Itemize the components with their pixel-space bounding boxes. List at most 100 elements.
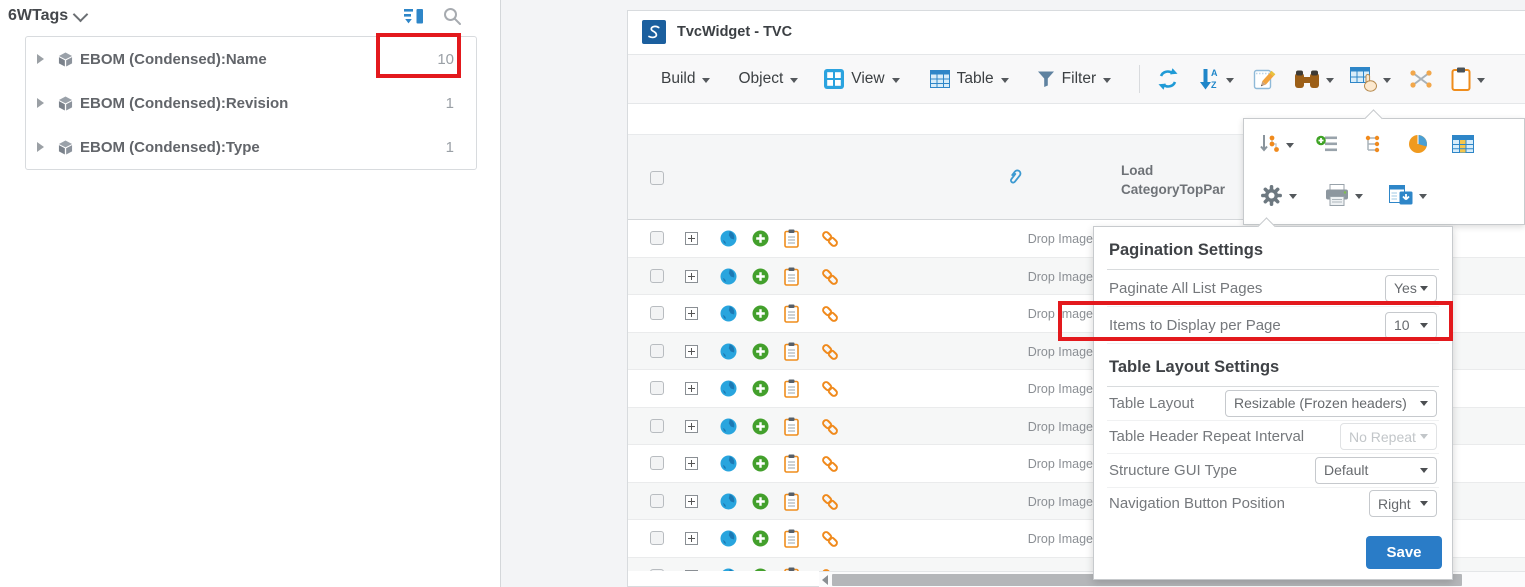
refresh-button[interactable] [1156,67,1180,91]
table-layout-select[interactable]: Resizable (Frozen headers) [1225,390,1437,417]
drop-image-cell[interactable]: Drop Image [988,270,1093,284]
clipboard-icon[interactable] [784,454,799,478]
add-icon[interactable] [752,493,769,515]
row-checkbox[interactable] [650,344,664,358]
sort-button[interactable]: A Z [1198,67,1234,91]
scroll-left-arrow-icon[interactable] [822,575,828,585]
list-item[interactable]: EBOM (Condensed):Name 10 [26,37,476,81]
list-item[interactable]: EBOM (Condensed):Type 1 [26,125,476,169]
globe-icon[interactable] [720,418,737,440]
link-icon[interactable] [821,493,839,516]
search-icon[interactable] [442,6,462,31]
row-checkbox[interactable] [650,381,664,395]
add-column-button[interactable] [1316,135,1338,153]
globe-icon[interactable] [720,380,737,402]
paginate-all-select[interactable]: Yes [1385,275,1437,302]
add-icon[interactable] [752,455,769,477]
drop-image-cell[interactable]: Drop Image [988,495,1093,509]
link-icon[interactable] [821,305,839,328]
row-checkbox[interactable] [650,419,664,433]
chart-button[interactable] [1408,134,1428,154]
table-actions-button[interactable] [1350,67,1391,92]
clipboard-icon[interactable] [784,304,799,328]
link-icon[interactable] [821,268,839,291]
expand-arrow-icon[interactable] [37,142,44,152]
edit-button[interactable] [1252,67,1276,91]
drop-image-cell[interactable]: Drop Image [988,345,1093,359]
clipboard-icon[interactable] [784,379,799,403]
nav-position-select[interactable]: Right [1369,490,1437,517]
add-icon[interactable] [752,380,769,402]
add-icon[interactable] [752,268,769,290]
row-checkbox[interactable] [650,494,664,508]
expand-arrow-icon[interactable] [37,54,44,64]
globe-icon[interactable] [720,268,737,290]
clipboard-icon[interactable] [784,342,799,366]
expand-icon[interactable] [685,420,698,438]
expand-arrow-icon[interactable] [37,98,44,108]
link-icon[interactable] [821,418,839,441]
expand-icon[interactable] [685,457,698,475]
row-checkbox[interactable] [650,306,664,320]
row-checkbox[interactable] [650,531,664,545]
expand-icon[interactable] [685,382,698,400]
add-icon[interactable] [752,230,769,252]
save-button[interactable]: Save [1366,536,1442,569]
clipboard-button[interactable] [1451,67,1485,91]
print-button[interactable] [1325,184,1363,206]
globe-icon[interactable] [720,230,737,252]
collapse-panel-sort-icon[interactable] [404,6,426,31]
structure-sort-button[interactable] [1260,134,1294,154]
toggle-connections-button[interactable] [1409,69,1433,89]
drop-image-cell[interactable]: Drop Image [988,307,1093,321]
add-icon[interactable] [752,418,769,440]
structure-gui-select[interactable]: Default [1315,457,1437,484]
globe-icon[interactable] [720,493,737,515]
globe-icon[interactable] [720,343,737,365]
row-checkbox[interactable] [650,269,664,283]
expand-icon[interactable] [685,345,698,363]
settings-button[interactable] [1260,184,1297,207]
column-header-load-category[interactable]: Load CategoryTopPar [1121,161,1225,199]
menu-view[interactable]: View [824,69,899,89]
link-icon[interactable] [821,455,839,478]
expand-icon[interactable] [685,570,698,572]
clipboard-icon[interactable] [784,229,799,253]
globe-icon[interactable] [720,455,737,477]
drop-image-cell[interactable]: Drop Image [988,457,1093,471]
expand-icon[interactable] [685,270,698,288]
link-icon[interactable] [821,530,839,553]
menu-object[interactable]: Object [738,70,798,88]
menu-table[interactable]: Table [930,70,1009,88]
row-checkbox[interactable] [650,569,664,572]
add-icon[interactable] [752,530,769,552]
drop-image-cell[interactable]: Drop Image [988,532,1093,546]
drop-image-cell[interactable]: Drop Image [988,420,1093,434]
menu-filter[interactable]: Filter [1037,70,1111,88]
link-icon[interactable] [821,380,839,403]
freeze-column-button[interactable] [1452,135,1474,153]
link-icon[interactable] [821,343,839,366]
globe-icon[interactable] [720,305,737,327]
globe-icon[interactable] [720,568,737,572]
clipboard-icon[interactable] [784,417,799,441]
clipboard-icon[interactable] [784,567,799,572]
expand-icon[interactable] [685,532,698,550]
add-icon[interactable] [752,305,769,327]
row-checkbox[interactable] [650,456,664,470]
select-all-checkbox[interactable] [650,171,664,185]
structure-view-button[interactable] [1364,135,1382,153]
expand-icon[interactable] [685,495,698,513]
tags-panel-header[interactable]: 6WTags [8,7,86,25]
clipboard-icon[interactable] [784,267,799,291]
list-item[interactable]: EBOM (Condensed):Revision 1 [26,81,476,125]
menu-build[interactable]: Build [661,70,710,88]
export-button[interactable] [1389,185,1427,205]
clipboard-icon[interactable] [784,529,799,553]
expand-icon[interactable] [685,307,698,325]
items-per-page-select[interactable]: 10 [1385,312,1437,339]
drop-image-cell[interactable]: Drop Image [988,232,1093,246]
drop-image-cell[interactable]: Drop Image [988,382,1093,396]
add-icon[interactable] [752,343,769,365]
add-icon[interactable] [752,568,769,572]
